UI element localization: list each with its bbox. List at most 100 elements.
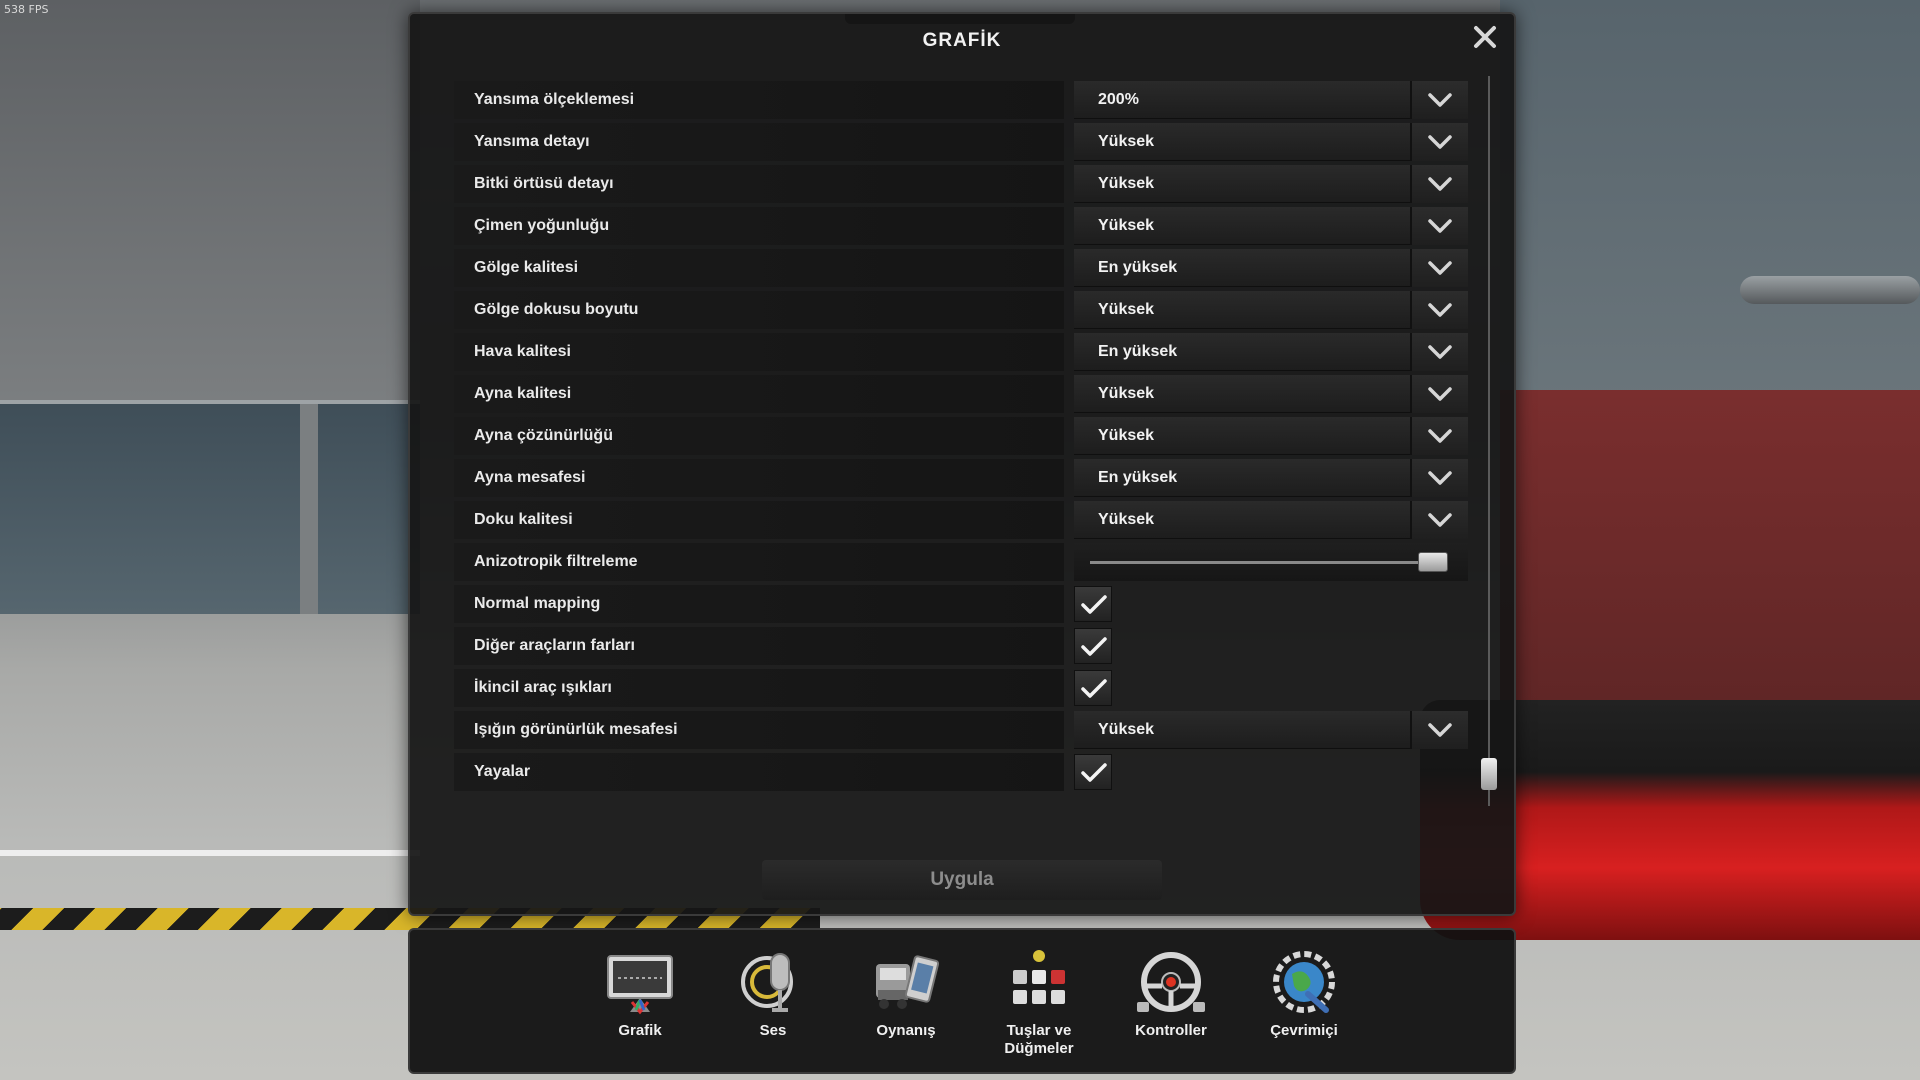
background-pipe — [1740, 276, 1920, 304]
setting-checkbox[interactable] — [1074, 586, 1112, 622]
background-window — [0, 400, 420, 614]
setting-checkbox[interactable] — [1074, 628, 1112, 664]
background-floor-line — [0, 850, 420, 856]
fps-counter: 538 FPS — [4, 3, 49, 16]
setting-dropdown[interactable]: En yüksek — [1074, 459, 1468, 497]
setting-label: Gölge dokusu boyutu — [454, 291, 1064, 329]
setting-row: İkincil araç ışıkları — [454, 668, 1474, 708]
setting-row: Çimen yoğunluğu Yüksek — [454, 206, 1474, 246]
setting-row: Ayna mesafesi En yüksek — [454, 458, 1474, 498]
chevron-down-icon[interactable] — [1410, 81, 1468, 119]
background-red-wall — [1500, 390, 1920, 750]
setting-label: Anizotropik filtreleme — [454, 543, 1064, 581]
nav-item-grafik[interactable]: Grafik — [580, 950, 700, 1040]
dropdown-value: Yüksek — [1098, 511, 1155, 528]
nav-item-oynanış[interactable]: Oynanış — [846, 950, 966, 1040]
setting-dropdown[interactable]: Yüksek — [1074, 207, 1468, 245]
chevron-down-icon[interactable] — [1410, 459, 1468, 497]
nav-item-ses[interactable]: Ses — [713, 950, 833, 1040]
apply-button[interactable]: Uygula — [762, 860, 1162, 900]
dropdown-value: Yüksek — [1098, 427, 1155, 444]
setting-row: Gölge kalitesi En yüksek — [454, 248, 1474, 288]
nav-item-çevrimiçi[interactable]: Çevrimiçi — [1244, 950, 1364, 1040]
setting-dropdown[interactable]: Yüksek — [1074, 165, 1468, 203]
nav-item-label: Oynanış — [876, 1022, 936, 1039]
setting-dropdown[interactable]: Yüksek — [1074, 291, 1468, 329]
monitor-icon — [604, 950, 676, 1016]
chevron-down-icon[interactable] — [1410, 249, 1468, 287]
setting-label: Bitki örtüsü detayı — [454, 165, 1064, 203]
dropdown-value: Yüksek — [1098, 217, 1155, 234]
dropdown-value: Yüksek — [1098, 721, 1155, 738]
nav-item-label: Tuşlar ve Düğmeler — [1004, 1022, 1074, 1057]
setting-checkbox[interactable] — [1074, 670, 1112, 706]
setting-label: Doku kalitesi — [454, 501, 1064, 539]
setting-label: Ayna mesafesi — [454, 459, 1064, 497]
close-icon-glyph — [1474, 26, 1496, 48]
chevron-down-icon[interactable] — [1410, 207, 1468, 245]
dropdown-value: En yüksek — [1098, 469, 1178, 486]
setting-dropdown[interactable]: Yüksek — [1074, 711, 1468, 749]
microphone-icon — [737, 950, 809, 1016]
nav-item-label: Grafik — [618, 1022, 662, 1039]
setting-label: Işığın görünürlük mesafesi — [454, 711, 1064, 749]
keys-icon — [1003, 950, 1075, 1016]
setting-dropdown[interactable]: En yüksek — [1074, 333, 1468, 371]
setting-label: Ayna kalitesi — [454, 375, 1064, 413]
setting-dropdown[interactable]: Yüksek — [1074, 417, 1468, 455]
globe-gear-icon — [1268, 950, 1340, 1016]
nav-item-label: Ses — [759, 1022, 787, 1039]
dropdown-value: Yüksek — [1098, 175, 1155, 192]
setting-row: Hava kalitesi En yüksek — [454, 332, 1474, 372]
setting-dropdown[interactable]: Yüksek — [1074, 123, 1468, 161]
chevron-down-icon[interactable] — [1410, 375, 1468, 413]
setting-dropdown[interactable]: Yüksek — [1074, 501, 1468, 539]
setting-label: Yansıma ölçeklemesi — [454, 81, 1064, 119]
nav-item-tuşlar[interactable]: Tuşlar ve Düğmeler — [979, 950, 1099, 1058]
setting-slider[interactable] — [1074, 543, 1468, 581]
setting-label: Ayna çözünürlüğü — [454, 417, 1064, 455]
setting-label: Normal mapping — [454, 585, 1064, 623]
scrollbar-thumb[interactable] — [1481, 758, 1497, 790]
setting-row: Ayna çözünürlüğü Yüksek — [454, 416, 1474, 456]
setting-dropdown[interactable]: En yüksek — [1074, 249, 1468, 287]
category-bar-inner: Grafik Ses Oynanış Tuşlar ve Düğmeler Kontro… — [422, 940, 1498, 1060]
setting-row: Yansıma detayı Yüksek — [454, 122, 1474, 162]
chevron-down-icon[interactable] — [1410, 291, 1468, 329]
setting-row: Doku kalitesi Yüksek — [454, 500, 1474, 540]
setting-label: Yayalar — [454, 753, 1064, 791]
chevron-down-icon[interactable] — [1410, 711, 1468, 749]
setting-label: Diğer araçların farları — [454, 627, 1064, 665]
chevron-down-icon[interactable] — [1410, 417, 1468, 455]
chevron-down-icon[interactable] — [1410, 333, 1468, 371]
setting-checkbox[interactable] — [1074, 754, 1112, 790]
setting-dropdown[interactable]: Yüksek — [1074, 375, 1468, 413]
dialog-title: GRAFİK — [922, 30, 1002, 51]
setting-row: Normal mapping — [454, 584, 1474, 624]
background-wall-left — [0, 0, 420, 400]
setting-label: Yansıma detayı — [454, 123, 1064, 161]
scrollbar-track[interactable] — [1488, 76, 1490, 806]
nav-item-label: Çevrimiçi — [1270, 1022, 1338, 1039]
chevron-down-icon[interactable] — [1410, 501, 1468, 539]
chevron-down-icon[interactable] — [1410, 123, 1468, 161]
setting-row: Anizotropik filtreleme — [454, 542, 1474, 582]
setting-label: Gölge kalitesi — [454, 249, 1064, 287]
setting-row: Işığın görünürlük mesafesi Yüksek — [454, 710, 1474, 750]
graphics-settings-dialog: GRAFİK Yansıma ölçeklemesi 200% Yansıma de… — [408, 12, 1516, 916]
setting-row: Gölge dokusu boyutu Yüksek — [454, 290, 1474, 330]
dropdown-value: En yüksek — [1098, 343, 1178, 360]
nav-item-label: Kontroller — [1135, 1022, 1207, 1039]
nav-item-kontroller[interactable]: Kontroller — [1111, 950, 1231, 1040]
dropdown-value: En yüksek — [1098, 259, 1178, 276]
chevron-down-icon[interactable] — [1410, 165, 1468, 203]
slider-thumb[interactable] — [1418, 552, 1448, 572]
setting-row: Yansıma ölçeklemesi 200% — [454, 80, 1474, 120]
setting-dropdown[interactable]: 200% — [1074, 81, 1468, 119]
close-icon[interactable] — [1470, 24, 1500, 54]
background-wall-right — [1500, 0, 1920, 400]
setting-row: Bitki örtüsü detayı Yüksek — [454, 164, 1474, 204]
settings-category-bar: Grafik Ses Oynanış Tuşlar ve Düğmeler Kontro… — [408, 928, 1516, 1074]
setting-label: İkincil araç ışıkları — [454, 669, 1064, 707]
dropdown-value: Yüksek — [1098, 133, 1155, 150]
